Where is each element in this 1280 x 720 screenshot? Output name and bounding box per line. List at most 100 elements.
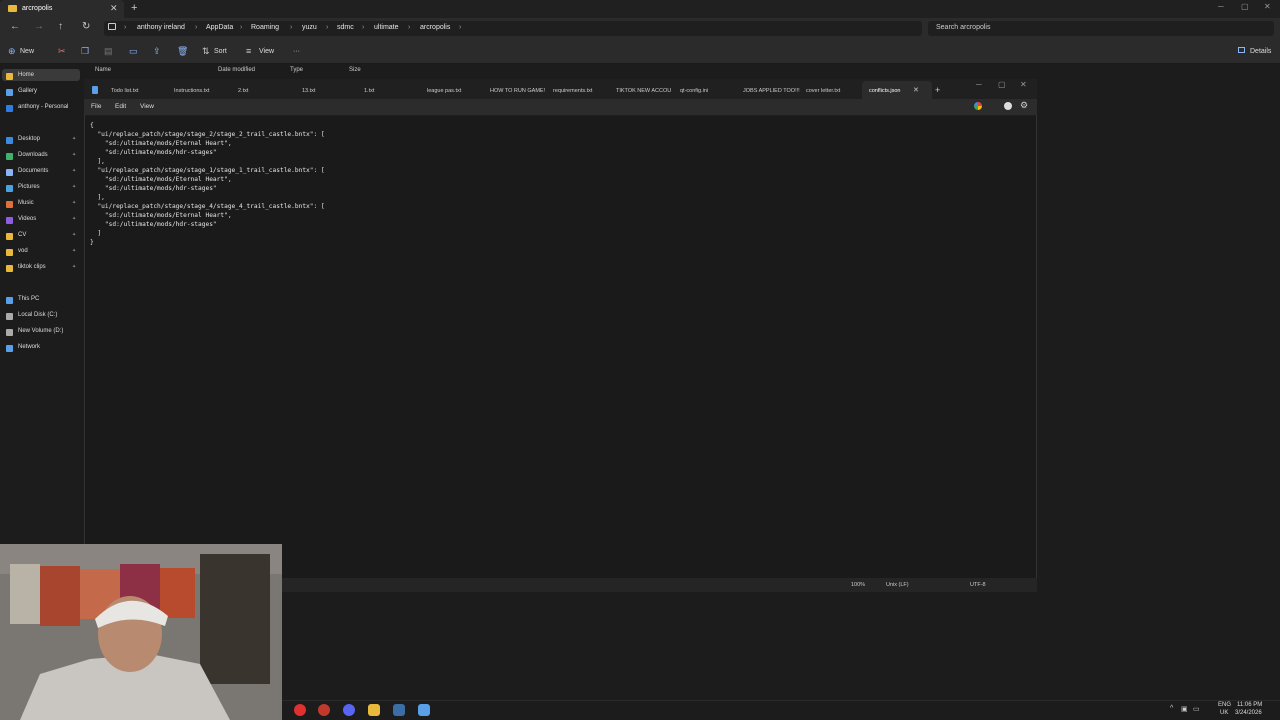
sidebar-item-label[interactable]: Documents — [18, 168, 48, 174]
view-button[interactable]: View — [259, 48, 274, 55]
notepad-tab[interactable]: HOW TO RUN GAME! — [490, 88, 545, 94]
notepad-tab[interactable]: TIKTOK NEW ACCOU — [616, 88, 671, 94]
notepad-tab[interactable]: league pas.txt — [427, 88, 461, 94]
search-box[interactable]: Search arcropolis — [928, 21, 1274, 36]
close-tab-icon[interactable]: ✕ — [913, 86, 919, 94]
sidebar-item-label[interactable]: New Volume (D:) — [18, 328, 63, 334]
sidebar-item-label[interactable]: anthony - Personal — [18, 104, 68, 110]
new-icon[interactable]: ⊕ — [8, 46, 16, 57]
notepad-tab[interactable]: Todo list.txt — [111, 88, 139, 94]
pin-icon[interactable]: ✦ — [72, 216, 76, 222]
file-content[interactable]: { "ui/replace_patch/stage/stage_2/stage_… — [90, 121, 325, 247]
new-tab-button[interactable]: + — [935, 85, 940, 95]
tray-chevron-icon[interactable]: ^ — [1170, 705, 1173, 712]
sidebar-item-label[interactable]: Local Disk (C:) — [18, 312, 57, 318]
menu-view[interactable]: View — [140, 103, 154, 110]
sidebar-item-label[interactable]: Desktop — [18, 136, 40, 142]
pin-icon[interactable]: ✦ — [72, 248, 76, 254]
share-icon[interactable]: ⇪ — [153, 46, 161, 57]
close-window-icon[interactable]: ✕ — [1264, 2, 1271, 11]
settings-icon[interactable]: ⚙ — [1020, 100, 1028, 111]
notepad-tab[interactable]: conflicts.json — [869, 88, 901, 94]
sidebar-item-label[interactable]: This PC — [18, 296, 39, 302]
forward-icon[interactable]: → — [34, 21, 44, 32]
account-icon[interactable] — [1004, 102, 1012, 110]
tray-monitor-icon[interactable]: ▭ — [1193, 705, 1200, 713]
sidebar-item-label[interactable]: CV — [18, 232, 26, 238]
notepad-tab[interactable]: cover letter.txt — [806, 88, 840, 94]
notepad-tab[interactable]: requirements.txt — [553, 88, 592, 94]
column-name[interactable]: Name — [95, 67, 111, 73]
refresh-icon[interactable]: ↻ — [82, 21, 90, 32]
clock-time[interactable]: 11:06 PM — [1237, 702, 1262, 708]
sidebar-item-label[interactable]: Gallery — [18, 88, 37, 94]
delete-icon[interactable]: 🗑 — [177, 46, 188, 57]
column-size[interactable]: Size — [349, 67, 361, 73]
close-window-icon[interactable]: ✕ — [1020, 80, 1027, 89]
new-tab-button[interactable]: + — [131, 2, 137, 14]
pin-icon[interactable]: ✦ — [72, 136, 76, 142]
encoding[interactable]: UTF-8 — [970, 582, 986, 588]
details-icon[interactable] — [1238, 47, 1245, 53]
breadcrumb-item[interactable]: AppData — [206, 24, 233, 31]
notepad-tab[interactable]: JOBS APPLIED TOO!!! — [743, 88, 800, 94]
sort-icon[interactable]: ⇅ — [202, 46, 210, 57]
tray-apps-icon[interactable]: ▣ — [1181, 705, 1188, 713]
column-date-modified[interactable]: Date modified — [218, 67, 255, 73]
maximize-icon[interactable]: ▢ — [1241, 2, 1249, 11]
pin-icon[interactable]: ✦ — [72, 200, 76, 206]
paste-icon[interactable]: ▤ — [104, 46, 113, 57]
back-icon[interactable]: ← — [10, 21, 20, 32]
language[interactable]: ENG — [1218, 702, 1231, 708]
sidebar-item-label[interactable]: Videos — [18, 216, 36, 222]
close-tab-icon[interactable]: ✕ — [110, 3, 118, 14]
sidebar-item-label[interactable]: Network — [18, 344, 40, 350]
region[interactable]: UK — [1220, 710, 1228, 716]
up-icon[interactable]: ↑ — [58, 21, 63, 32]
column-type[interactable]: Type — [290, 67, 303, 73]
discord-icon[interactable] — [343, 704, 355, 716]
sidebar-item-label[interactable]: vod — [18, 248, 28, 254]
rename-icon[interactable]: ▭ — [129, 46, 138, 57]
pin-icon[interactable]: ✦ — [72, 152, 76, 158]
copy-icon[interactable]: ❐ — [81, 46, 89, 57]
pin-icon[interactable]: ✦ — [72, 168, 76, 174]
sidebar-item-label[interactable]: Downloads — [18, 152, 48, 158]
breadcrumb-item[interactable]: yuzu — [302, 24, 317, 31]
more-button[interactable]: ··· — [293, 48, 300, 55]
maximize-icon[interactable]: ▢ — [998, 80, 1006, 89]
notepad-tab[interactable]: 1.txt — [364, 88, 374, 94]
details-button[interactable]: Details — [1250, 48, 1271, 55]
breadcrumb-item[interactable]: ultimate — [374, 24, 399, 31]
sidebar-item-label[interactable]: Home — [18, 72, 34, 78]
breadcrumb-item[interactable]: arcropolis — [420, 24, 450, 31]
opera-icon[interactable] — [294, 704, 306, 716]
app-icon[interactable] — [318, 704, 330, 716]
notepad-tab[interactable]: qt-config.ini — [680, 88, 708, 94]
breadcrumb-item[interactable]: Roaming — [251, 24, 279, 31]
breadcrumb-item[interactable]: anthony ireland — [137, 24, 185, 31]
sidebar-item-label[interactable]: tiktok clips — [18, 264, 46, 270]
notepad-tab[interactable]: 2.txt — [238, 88, 248, 94]
menu-edit[interactable]: Edit — [115, 103, 126, 110]
view-icon[interactable]: ≡ — [246, 46, 251, 56]
clock-date[interactable]: 3/24/2026 — [1235, 710, 1262, 716]
line-ending[interactable]: Unix (LF) — [886, 582, 909, 588]
pin-icon[interactable]: ✦ — [72, 264, 76, 270]
new-button[interactable]: New — [20, 48, 34, 55]
sidebar-item-label[interactable]: Pictures — [18, 184, 40, 190]
menu-file[interactable]: File — [91, 103, 101, 110]
file-explorer-icon[interactable] — [368, 704, 380, 716]
editor-icon[interactable] — [393, 704, 405, 716]
minimize-icon[interactable]: ─ — [1218, 2, 1224, 11]
notepad-taskbar-icon[interactable] — [418, 704, 430, 716]
breadcrumb-item[interactable]: sdmc — [337, 24, 354, 31]
sidebar-item-label[interactable]: Music — [18, 200, 34, 206]
minimize-icon[interactable]: ─ — [976, 80, 982, 89]
explorer-tab[interactable]: arcropolis ✕ — [0, 0, 124, 18]
notepad-tab[interactable]: Instructions.txt — [174, 88, 209, 94]
notepad-tab[interactable]: 13.txt — [302, 88, 315, 94]
pin-icon[interactable]: ✦ — [72, 184, 76, 190]
pin-icon[interactable]: ✦ — [72, 232, 76, 238]
copilot-icon[interactable] — [974, 102, 982, 110]
